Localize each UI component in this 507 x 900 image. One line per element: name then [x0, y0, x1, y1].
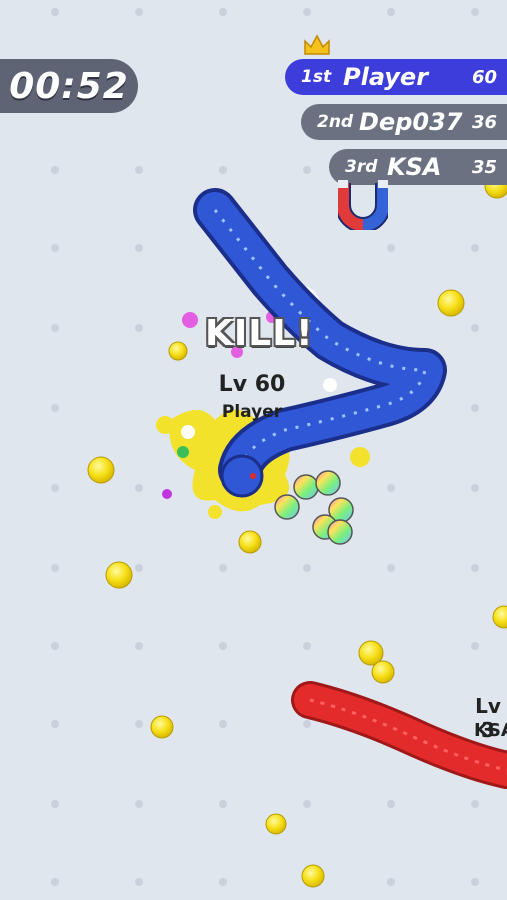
- kill-banner: KILL!: [205, 313, 314, 354]
- leaderboard-row-2: 2nd Dep037 36: [301, 104, 507, 140]
- leaderboard-row-1: 1st Player 60: [285, 59, 507, 95]
- leaderboard-name: Player: [343, 63, 429, 91]
- crown-icon: [304, 34, 330, 55]
- player-level-label: Lv 60: [218, 372, 286, 397]
- leaderboard-score: 35: [471, 156, 497, 178]
- leaderboard-rank: 3rd: [345, 157, 378, 177]
- leaderboard-score: 36: [471, 111, 497, 133]
- leaderboard-name: Dep037: [359, 108, 463, 136]
- enemy-name-label: KSA: [474, 720, 507, 741]
- leaderboard-score: 60: [471, 66, 497, 88]
- leaderboard-rank: 2nd: [317, 112, 354, 132]
- magnet-icon[interactable]: [338, 178, 388, 230]
- player-name-label: Player: [221, 402, 283, 422]
- leaderboard-rank: 1st: [301, 67, 332, 87]
- leaderboard-name: KSA: [387, 153, 442, 181]
- match-timer: 00:52: [0, 59, 138, 113]
